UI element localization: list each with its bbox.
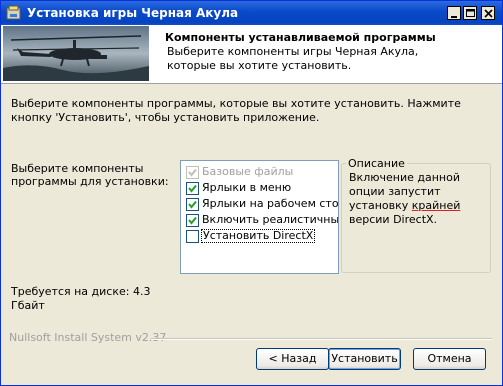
header-panel: Компоненты устанавливаемой программы Выб… — [1, 25, 502, 84]
branding-divider — [151, 338, 492, 340]
close-icon — [484, 9, 493, 18]
minimize-button[interactable] — [447, 6, 461, 20]
component-label: Базовые файлы — [202, 165, 294, 178]
close-button[interactable] — [481, 6, 495, 20]
header-subtitle: Выберите компоненты игры Черная Акула, к… — [167, 45, 419, 72]
space-required-text: Требуется на диске: 4.3 Гбайт — [11, 285, 151, 312]
checkmark-icon — [188, 184, 197, 193]
install-button-label: Установить — [331, 352, 398, 365]
description-text-underlined: крайней — [411, 199, 461, 212]
checkbox-realistic[interactable] — [186, 214, 199, 227]
cancel-button[interactable]: Отмена — [413, 348, 486, 370]
component-label: Включить реалистичны — [202, 213, 339, 226]
window-title: Установка игры Черная Акула — [27, 6, 239, 20]
component-label: Установить DirectX — [201, 229, 316, 243]
checkmark-icon — [188, 216, 197, 225]
checkmark-icon — [188, 168, 197, 177]
instructions-text: Выберите компоненты программы, которые в… — [11, 97, 461, 124]
header-title: Компоненты устанавливаемой программы — [165, 31, 436, 44]
checkbox-directx[interactable] — [186, 230, 199, 243]
nsis-branding-text: Nullsoft Install System v2.37 — [9, 331, 167, 344]
checkbox-menu-shortcuts[interactable] — [186, 182, 199, 195]
install-button[interactable]: Установить — [328, 348, 401, 370]
back-button[interactable]: < Назад — [256, 348, 329, 370]
component-label: Ярлыки в меню — [202, 181, 292, 194]
maximize-button[interactable] — [463, 6, 477, 20]
cancel-button-label: Отмена — [427, 352, 472, 365]
checkbox-desktop-shortcuts[interactable] — [186, 198, 199, 211]
minimize-icon — [451, 16, 457, 18]
back-button-label: < Назад — [268, 352, 317, 365]
components-label: Выберите компоненты программы для устано… — [11, 162, 169, 188]
title-bar[interactable]: Установка игры Черная Акула — [1, 1, 502, 25]
description-text-after: версии DirectX. — [349, 213, 438, 226]
checkbox-base-files — [186, 166, 199, 179]
installer-window: Установка игры Черная Акула Компоненты у… — [0, 0, 503, 386]
components-tree-list[interactable]: Базовые файлы Ярлыки в меню Ярлыки на ра… — [180, 160, 339, 274]
checkmark-icon — [188, 200, 197, 209]
component-label: Ярлыки на рабочем стол — [202, 197, 339, 210]
description-group-text: Включение данной опции запустит установк… — [349, 171, 479, 227]
installer-app-icon — [6, 5, 21, 20]
maximize-icon — [466, 9, 475, 17]
helicopter-banner-image — [3, 26, 149, 81]
description-group-title: Описание — [346, 157, 407, 170]
